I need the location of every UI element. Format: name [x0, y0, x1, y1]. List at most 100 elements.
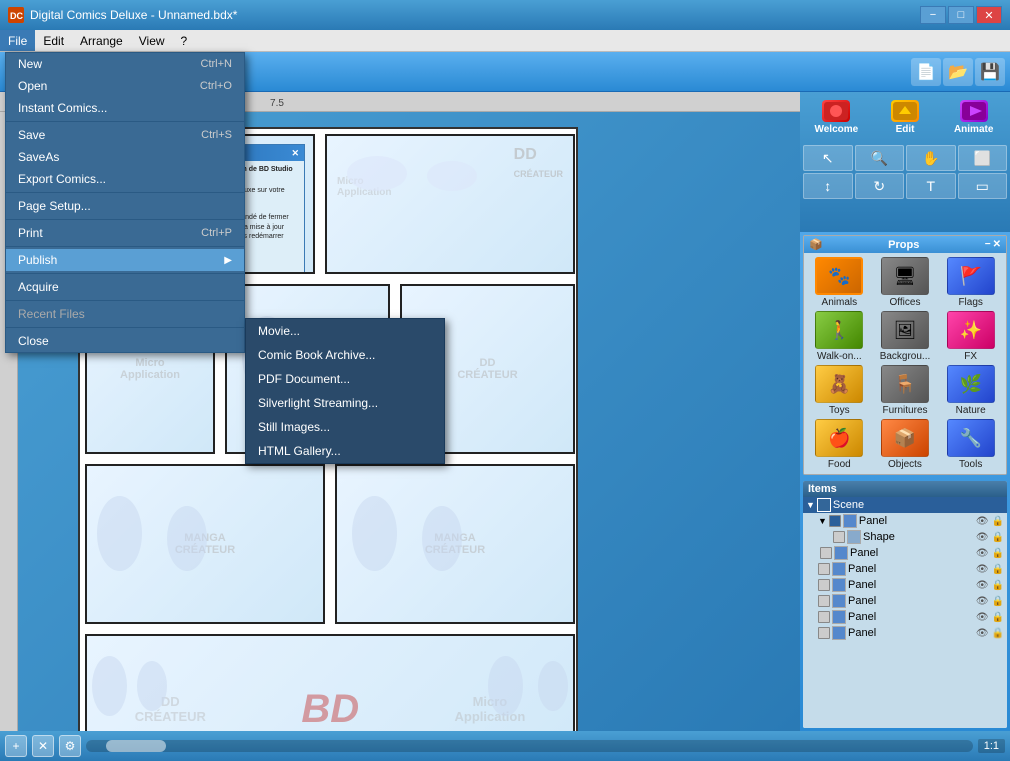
menu-view[interactable]: View: [131, 30, 173, 51]
toolbar-save[interactable]: 💾: [975, 58, 1005, 86]
panel6-icon: [832, 610, 846, 624]
prop-backgrounds[interactable]: 🖼 Backgrou...: [874, 311, 937, 362]
settings-button[interactable]: ⚙: [59, 735, 81, 757]
submenu-comic-archive[interactable]: Comic Book Archive...: [246, 343, 444, 367]
scene-label: Scene: [833, 499, 864, 511]
panel5-lock[interactable]: 🔒: [992, 596, 1004, 607]
menu-arrange[interactable]: Arrange: [72, 30, 131, 51]
prop-toys[interactable]: 🧸 Toys: [808, 365, 871, 416]
panel2-checkbox[interactable]: [820, 547, 832, 559]
tree-panel-7[interactable]: Panel 👁 🔒: [803, 625, 1007, 641]
toolbar-open[interactable]: 📂: [943, 58, 973, 86]
tab-welcome[interactable]: Welcome: [803, 95, 870, 139]
tree-scene[interactable]: ▼ Scene: [803, 497, 1007, 513]
panel3-eye[interactable]: 👁: [976, 564, 989, 575]
panel2-eye[interactable]: 👁: [976, 548, 989, 559]
dialog-close-btn[interactable]: ✕: [291, 148, 299, 159]
prop-furnitures[interactable]: 🪑 Furnitures: [874, 365, 937, 416]
add-button[interactable]: +: [5, 735, 27, 757]
tool-pointer[interactable]: ↖: [803, 145, 853, 171]
prop-fx[interactable]: ✨ FX: [939, 311, 1002, 362]
prop-objects[interactable]: 📦 Objects: [874, 419, 937, 470]
tool-rotate[interactable]: ↻: [855, 173, 905, 199]
shape-lock[interactable]: 🔒: [992, 532, 1004, 543]
submenu-silverlight[interactable]: Silverlight Streaming...: [246, 391, 444, 415]
submenu-html-gallery[interactable]: HTML Gallery...: [246, 439, 444, 463]
tree-panel-3[interactable]: Panel 👁 🔒: [803, 561, 1007, 577]
panel3-lock[interactable]: 🔒: [992, 564, 1004, 575]
scrollbar[interactable]: [86, 740, 973, 752]
menu-open[interactable]: Open Ctrl+O: [6, 75, 244, 97]
tab-animate[interactable]: Animate: [940, 95, 1007, 139]
tool-zoom[interactable]: 🔍: [855, 145, 905, 171]
tool-crop[interactable]: ⬜: [958, 145, 1008, 171]
prop-nature[interactable]: 🌿 Nature: [939, 365, 1002, 416]
panel6-eye[interactable]: 👁: [976, 612, 989, 623]
tab-edit[interactable]: Edit: [872, 95, 939, 139]
menu-instant-comics[interactable]: Instant Comics...: [6, 97, 244, 119]
menu-saveas[interactable]: SaveAs: [6, 146, 244, 168]
minimize-button[interactable]: −: [920, 6, 946, 24]
menu-file[interactable]: File: [0, 30, 35, 51]
toys-label: Toys: [829, 405, 850, 416]
food-icon: 🍎: [815, 419, 863, 457]
panel3-checkbox[interactable]: [818, 563, 830, 575]
menu-save[interactable]: Save Ctrl+S: [6, 124, 244, 146]
submenu-movie[interactable]: Movie...: [246, 319, 444, 343]
panel7-checkbox[interactable]: [818, 627, 830, 639]
prop-walk[interactable]: 🚶 Walk-on...: [808, 311, 871, 362]
menu-print[interactable]: Print Ctrl+P: [6, 222, 244, 244]
panel-top-right: DDCRÉATEUR MicroApplication: [325, 134, 575, 274]
menu-export[interactable]: Export Comics...: [6, 168, 244, 190]
prop-animals[interactable]: 🐾 Animals: [808, 257, 871, 308]
panel4-eye[interactable]: 👁: [976, 580, 989, 591]
menu-publish[interactable]: Publish ▶: [6, 249, 244, 271]
prop-flags[interactable]: 🚩 Flags: [939, 257, 1002, 308]
panel6-checkbox[interactable]: [818, 611, 830, 623]
panel5-eye[interactable]: 👁: [976, 596, 989, 607]
menu-new[interactable]: New Ctrl+N: [6, 53, 244, 75]
panel4-checkbox[interactable]: [818, 579, 830, 591]
props-minimize[interactable]: −: [985, 239, 991, 250]
submenu-still-images[interactable]: Still Images...: [246, 415, 444, 439]
panel1-eye[interactable]: 👁: [976, 516, 989, 527]
prop-tools[interactable]: 🔧 Tools: [939, 419, 1002, 470]
panel5-checkbox[interactable]: [818, 595, 830, 607]
panel1-checkbox[interactable]: [829, 515, 841, 527]
scrollbar-thumb[interactable]: [106, 740, 166, 752]
tree-panel-4[interactable]: Panel 👁 🔒: [803, 577, 1007, 593]
props-close[interactable]: ✕: [993, 239, 1001, 250]
prop-offices[interactable]: 🖥 Offices: [874, 257, 937, 308]
file-menu-dropdown: New Ctrl+N Open Ctrl+O Instant Comics...…: [5, 52, 245, 353]
panel1-lock[interactable]: 🔒: [992, 516, 1004, 527]
panel2-lock[interactable]: 🔒: [992, 548, 1004, 559]
tree-panel-1[interactable]: ▼ Panel 👁 🔒: [803, 513, 1007, 529]
close-button[interactable]: ✕: [976, 6, 1002, 24]
panel7-eye[interactable]: 👁: [976, 628, 989, 639]
submenu-pdf[interactable]: PDF Document...: [246, 367, 444, 391]
tree-panel-2[interactable]: Panel 👁 🔒: [803, 545, 1007, 561]
prop-food[interactable]: 🍎 Food: [808, 419, 871, 470]
tool-text[interactable]: T: [906, 173, 956, 199]
panel-mr-watermark: DDCRÉATEUR: [457, 357, 517, 381]
menu-close[interactable]: Close: [6, 330, 244, 352]
remove-button[interactable]: ✕: [32, 735, 54, 757]
panel7-lock[interactable]: 🔒: [992, 628, 1004, 639]
tree-panel-6[interactable]: Panel 👁 🔒: [803, 609, 1007, 625]
shape-eye[interactable]: 👁: [976, 532, 989, 543]
menu-help[interactable]: ?: [173, 30, 196, 51]
tool-shape[interactable]: ▭: [958, 173, 1008, 199]
shape-checkbox[interactable]: [833, 531, 845, 543]
tree-panel-5[interactable]: Panel 👁 🔒: [803, 593, 1007, 609]
menu-pagesetup[interactable]: Page Setup...: [6, 195, 244, 217]
toolbar-new[interactable]: 📄: [911, 58, 941, 86]
tree-shape[interactable]: Shape 👁 🔒: [803, 529, 1007, 545]
panel6-lock[interactable]: 🔒: [992, 612, 1004, 623]
tool-resize[interactable]: ↕: [803, 173, 853, 199]
tool-hand[interactable]: ✋: [906, 145, 956, 171]
maximize-button[interactable]: □: [948, 6, 974, 24]
panel4-lock[interactable]: 🔒: [992, 580, 1004, 591]
menu-edit[interactable]: Edit: [35, 30, 72, 51]
menu-acquire[interactable]: Acquire: [6, 276, 244, 298]
nature-label: Nature: [956, 405, 986, 416]
